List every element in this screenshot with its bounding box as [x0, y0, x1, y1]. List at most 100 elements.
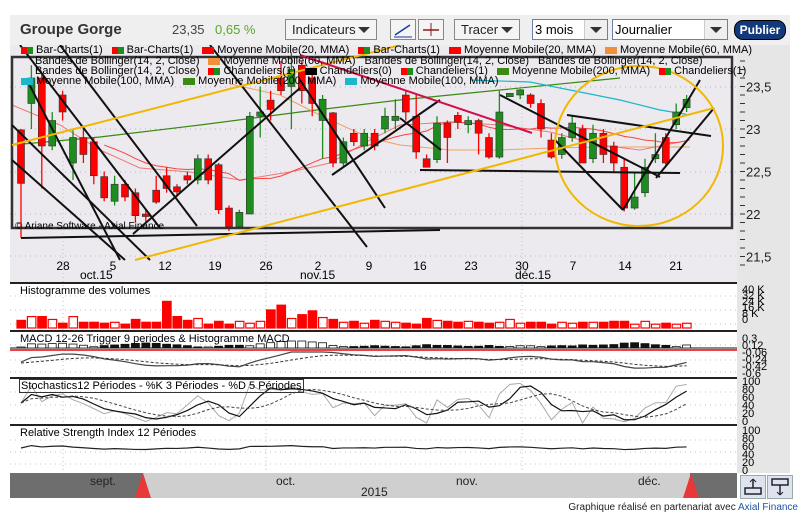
volume-bar [318, 316, 328, 329]
macd-histogram-bar [588, 344, 598, 349]
macd-histogram-bar [640, 343, 650, 349]
expand-panel-button[interactable] [740, 475, 766, 499]
navigator-month: sept. [90, 474, 117, 488]
candle [329, 112, 337, 168]
legend-item[interactable]: Moyenne Mobile(200, MMA) [496, 66, 650, 77]
candle [495, 90, 504, 159]
macd-histogram-bar [661, 344, 671, 349]
candle-body [183, 175, 192, 181]
macd-histogram-bar [578, 344, 587, 349]
macd-histogram-bar [536, 346, 546, 349]
macd-histogram-bar [172, 344, 182, 349]
macd-histogram-bar [99, 345, 109, 349]
price-tick-label: 23 [746, 122, 760, 137]
volume-bar [494, 321, 505, 329]
legend-item[interactable]: Moyenne Mobile(100, MMA) [21, 76, 174, 87]
legend-swatch [358, 47, 371, 54]
candle-body [578, 128, 587, 164]
candle [443, 120, 452, 163]
candle [58, 90, 67, 121]
candle-body [349, 132, 358, 143]
volume-bar [401, 322, 411, 329]
candle-body [464, 120, 473, 126]
copyright: © Ariane Software - Axial Finance [15, 221, 165, 232]
macd-histogram-bar [411, 345, 421, 349]
candle-body [422, 158, 431, 168]
volume-bar [671, 323, 682, 329]
macd-histogram-bar [318, 342, 328, 349]
candle [79, 129, 88, 163]
trendline[interactable] [566, 114, 712, 137]
panel-separators [10, 282, 737, 426]
legend-swatch [304, 68, 317, 75]
trendline[interactable] [622, 79, 701, 211]
legend-label: Moyenne Mobile(100, MMA) [36, 75, 175, 87]
macd-histogram-bar [484, 345, 494, 349]
macd-histogram-bar [619, 342, 629, 349]
volume-bar [349, 320, 359, 329]
candle [381, 107, 389, 134]
volume-bar [380, 320, 391, 329]
macd-histogram-bar [442, 345, 452, 349]
candle [27, 65, 36, 129]
date-label: 23 [464, 259, 478, 273]
collapse-panel-button[interactable] [767, 475, 793, 499]
macd-histogram-bar [234, 344, 244, 349]
volume-bar [359, 322, 370, 329]
navigator-month: nov. [456, 474, 478, 488]
candle-body [17, 129, 25, 184]
trendline[interactable] [11, 159, 126, 261]
legend-swatch [183, 78, 196, 85]
legend-item[interactable]: Chandeliers(1) [659, 66, 746, 77]
macd-histogram-bar [630, 342, 639, 349]
macd-histogram-bar [422, 344, 432, 349]
candle-body [495, 111, 504, 158]
volume-bar [276, 304, 287, 329]
date-label: 28 [56, 259, 70, 273]
candle-body [401, 94, 410, 113]
candle-body [443, 122, 452, 138]
volume-bar [109, 321, 120, 329]
volume-bar [681, 322, 692, 329]
legend-swatch [345, 78, 358, 85]
candle [412, 95, 421, 159]
candle-body [100, 176, 108, 199]
candle [318, 95, 327, 159]
macd-histogram-bar [79, 344, 88, 349]
volume-bar [99, 322, 110, 329]
legend-item[interactable]: Moyenne Mobile(200, MMA) [183, 76, 336, 87]
volume-bar [182, 319, 193, 329]
candle [485, 133, 493, 159]
legend-swatch [400, 68, 413, 75]
legend-label: Chandeliers(1) [674, 65, 747, 77]
price-axis-ticks: 23,5 23 22,5 22 21,5 [740, 60, 771, 266]
candle [183, 171, 192, 185]
candle-body [329, 112, 337, 164]
navigator-left-handle[interactable] [135, 473, 151, 498]
candle-body [391, 115, 400, 121]
legend-swatch [111, 47, 124, 54]
time-navigator[interactable]: sept. oct. nov. déc. 2015 [10, 473, 737, 499]
legend-item[interactable]: Moyenne Mobile(100, MMA) [345, 76, 499, 87]
candle [422, 154, 431, 168]
macd-histogram-bar [370, 345, 380, 349]
volume-bar [525, 321, 536, 329]
candle [433, 116, 441, 163]
legend-swatch [202, 47, 215, 54]
candle-body [453, 115, 462, 123]
navigator-right-handle[interactable] [683, 473, 699, 498]
macd-histogram-bar [214, 345, 224, 349]
trendline[interactable] [132, 87, 301, 235]
date-label: 19 [208, 259, 222, 273]
macd-histogram-bar [557, 345, 567, 349]
legend-swatch [208, 68, 221, 75]
month-label: nov.15 [300, 268, 336, 282]
axial-finance-link[interactable]: Axial Finance [738, 502, 798, 513]
volume-bar [203, 323, 214, 329]
price-tick-label: 22,5 [746, 165, 771, 180]
candle [453, 112, 462, 129]
volume-bar [16, 319, 27, 329]
candle-body [214, 164, 223, 211]
volume-bar [629, 323, 640, 329]
month-label: oct.15 [80, 268, 113, 282]
